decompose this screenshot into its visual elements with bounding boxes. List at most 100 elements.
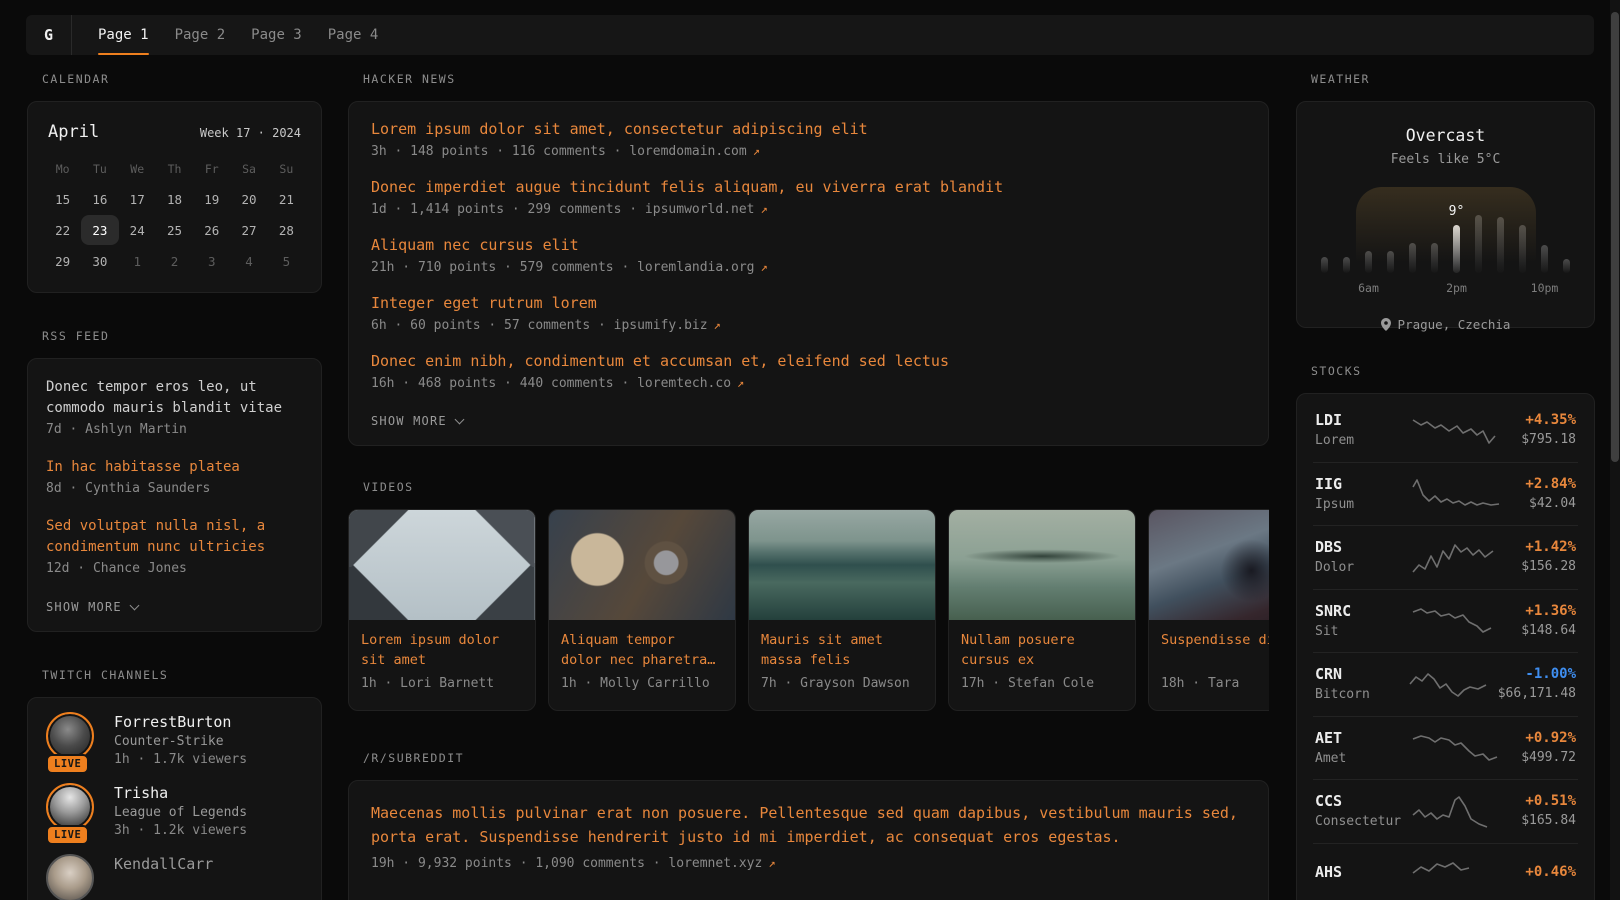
stocks-widget: LDI Lorem +4.35% $795.18 IIG Ipsum +2.84… xyxy=(1296,393,1595,900)
stock-price: $148.64 xyxy=(1501,623,1576,638)
subreddit-post-title[interactable]: Maecenas mollis pulvinar erat non posuer… xyxy=(371,801,1261,849)
weather-location: Prague, Czechia xyxy=(1398,317,1511,332)
video-card[interactable]: Mauris sit amet massa felis 7h · Grayson… xyxy=(748,509,936,711)
calendar-day[interactable]: 30 xyxy=(81,246,118,276)
stock-row[interactable]: SNRC Sit +1.36% $148.64 xyxy=(1297,589,1594,653)
calendar-day[interactable]: 2 xyxy=(156,246,193,276)
hackernews-item-title[interactable]: Donec enim nibh, condimentum et accumsan… xyxy=(371,352,1246,370)
hackernews-item-meta: 6h · 60 points · 57 comments · ipsumify.… xyxy=(371,318,1246,333)
video-title[interactable]: Suspendisse diam xyxy=(1161,630,1269,670)
page-tab[interactable]: Page 1 xyxy=(85,15,162,55)
page-tab[interactable]: Page 2 xyxy=(162,15,239,55)
hackernews-item-title[interactable]: Aliquam nec cursus elit xyxy=(371,236,1246,254)
hackernews-item-title[interactable]: Integer eget rutrum lorem xyxy=(371,294,1246,312)
twitch-section-label: TWITCH CHANNELS xyxy=(42,668,322,682)
twitch-channel-row[interactable]: LIVE ForrestBurton Counter-Strike 1h · 1… xyxy=(46,712,303,767)
video-title[interactable]: Mauris sit amet massa felis xyxy=(761,630,923,670)
window-scrollbar-thumb[interactable] xyxy=(1611,12,1619,462)
weather-peak-temp: 9° xyxy=(1449,204,1465,219)
rss-show-more-button[interactable]: SHOW MORE xyxy=(46,600,138,614)
twitch-channel-name[interactable]: ForrestBurton xyxy=(114,713,247,731)
video-card[interactable]: Nullam posuere cursus ex 17h · Stefan Co… xyxy=(948,509,1136,711)
video-card[interactable]: Aliquam tempor dolor nec pharetra… 1h · … xyxy=(548,509,736,711)
hackernews-item-meta: 3h · 148 points · 116 comments · loremdo… xyxy=(371,144,1246,159)
video-thumbnail[interactable] xyxy=(749,510,935,620)
weather-widget: Overcast Feels like 5°C 9° 6am2pm10pm Pr… xyxy=(1296,101,1595,328)
stock-row[interactable]: LDI Lorem +4.35% $795.18 xyxy=(1297,398,1594,462)
app-logo[interactable]: G xyxy=(26,15,72,55)
stock-change-percent: +1.42% xyxy=(1501,539,1576,555)
video-card[interactable]: Lorem ipsum dolor sit amet consectetu… 1… xyxy=(348,509,536,711)
calendar-day[interactable]: 22 xyxy=(44,215,81,245)
stock-change-percent: +0.51% xyxy=(1501,793,1576,809)
hackernews-show-more-button[interactable]: SHOW MORE xyxy=(371,414,463,428)
rss-item-title[interactable]: In hac habitasse platea xyxy=(46,457,303,478)
calendar-day[interactable]: 4 xyxy=(230,246,267,276)
calendar-week-year: Week 17 · 2024 xyxy=(200,126,301,140)
stock-sparkline xyxy=(1408,666,1498,702)
stock-name: Bitcorn xyxy=(1315,687,1408,702)
twitch-channel-meta: 1h · 1.7k viewers xyxy=(114,752,247,767)
calendar-day[interactable]: 17 xyxy=(119,184,156,214)
twitch-channel-name[interactable]: KendallCarr xyxy=(114,855,213,873)
twitch-channel-row[interactable]: LIVE KendallCarr xyxy=(46,854,303,900)
video-title[interactable]: Lorem ipsum dolor sit amet consectetu… xyxy=(361,630,523,670)
stock-row[interactable]: AET Amet +0.92% $499.72 xyxy=(1297,716,1594,780)
rss-item[interactable]: Sed volutpat nulla nisl, a condimentum n… xyxy=(46,516,303,576)
video-title[interactable]: Nullam posuere cursus ex xyxy=(961,630,1123,670)
calendar-day[interactable]: 18 xyxy=(156,184,193,214)
avatar xyxy=(46,854,94,900)
page-tab[interactable]: Page 3 xyxy=(238,15,315,55)
calendar-day[interactable]: 25 xyxy=(156,215,193,245)
twitch-channel-game: League of Legends xyxy=(114,805,247,820)
hackernews-item-title[interactable]: Donec imperdiet augue tincidunt felis al… xyxy=(371,178,1246,196)
video-thumbnail[interactable] xyxy=(349,510,535,620)
external-link-icon xyxy=(747,144,760,159)
calendar-day[interactable]: 19 xyxy=(193,184,230,214)
stock-row[interactable]: CRN Bitcorn -1.00% $66,171.48 xyxy=(1297,652,1594,716)
rss-list: Donec tempor eros leo, ut commodo mauris… xyxy=(46,377,303,576)
calendar-day[interactable]: 23 xyxy=(81,215,118,245)
calendar-day[interactable]: 26 xyxy=(193,215,230,245)
calendar-day[interactable]: 5 xyxy=(268,246,305,276)
avatar xyxy=(46,712,94,760)
hackernews-widget: Lorem ipsum dolor sit amet, consectetur … xyxy=(348,101,1269,446)
video-card[interactable]: Suspendisse diam 18h · Tara xyxy=(1148,509,1269,711)
stock-row[interactable]: CCS Consectetur +0.51% $165.84 xyxy=(1297,779,1594,843)
calendar-day[interactable]: 27 xyxy=(230,215,267,245)
rss-item[interactable]: In hac habitasse platea 8d · Cynthia Sau… xyxy=(46,457,303,496)
stock-row[interactable]: IIG Ipsum +2.84% $42.04 xyxy=(1297,462,1594,526)
video-thumbnail[interactable] xyxy=(949,510,1135,620)
hackernews-item-meta: 1d · 1,414 points · 299 comments · ipsum… xyxy=(371,202,1246,217)
twitch-channel-name[interactable]: Trisha xyxy=(114,784,247,802)
calendar-day[interactable]: 28 xyxy=(268,215,305,245)
page-tab[interactable]: Page 4 xyxy=(315,15,392,55)
calendar-day[interactable]: 20 xyxy=(230,184,267,214)
calendar-day[interactable]: 1 xyxy=(119,246,156,276)
calendar-day[interactable]: 16 xyxy=(81,184,118,214)
subreddit-widget: Maecenas mollis pulvinar erat non posuer… xyxy=(348,780,1269,900)
rss-item-title[interactable]: Donec tempor eros leo, ut commodo mauris… xyxy=(46,377,303,419)
weather-bar xyxy=(1336,257,1358,273)
twitch-channel-game: Counter-Strike xyxy=(114,734,247,749)
stock-row[interactable]: DBS Dolor +1.42% $156.28 xyxy=(1297,525,1594,589)
stock-price: $156.28 xyxy=(1501,559,1576,574)
calendar-day[interactable]: 21 xyxy=(268,184,305,214)
rss-item-title[interactable]: Sed volutpat nulla nisl, a condimentum n… xyxy=(46,516,303,558)
twitch-channel-row[interactable]: LIVE Trisha League of Legends 3h · 1.2k … xyxy=(46,783,303,838)
weather-bar-chart: 9° 6am2pm10pm xyxy=(1314,187,1578,273)
video-thumbnail[interactable] xyxy=(1149,510,1269,620)
rss-item-meta: 8d · Cynthia Saunders xyxy=(46,481,303,496)
hackernews-item-title[interactable]: Lorem ipsum dolor sit amet, consectetur … xyxy=(371,120,1246,138)
video-meta: 1h · Lori Barnett xyxy=(361,676,523,691)
rss-item[interactable]: Donec tempor eros leo, ut commodo mauris… xyxy=(46,377,303,437)
calendar-day[interactable]: 3 xyxy=(193,246,230,276)
calendar-day[interactable]: 29 xyxy=(44,246,81,276)
video-thumbnail[interactable] xyxy=(549,510,735,620)
calendar-section-label: CALENDAR xyxy=(42,72,322,86)
calendar-day[interactable]: 15 xyxy=(44,184,81,214)
stock-row[interactable]: AHS +0.46% xyxy=(1297,843,1594,900)
video-title[interactable]: Aliquam tempor dolor nec pharetra… xyxy=(561,630,723,670)
external-link-icon xyxy=(708,318,721,333)
calendar-day[interactable]: 24 xyxy=(119,215,156,245)
